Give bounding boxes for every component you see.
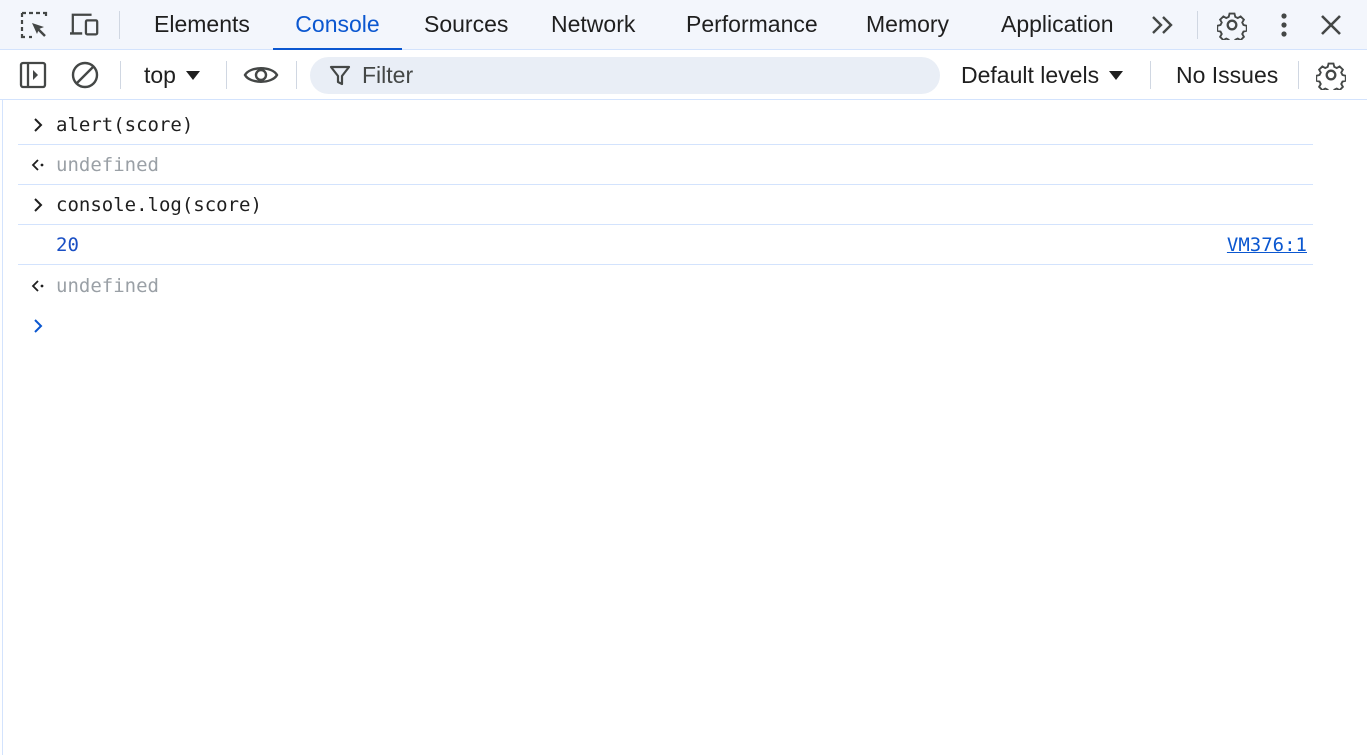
clear-console-icon[interactable] <box>70 60 100 90</box>
toolbar-divider <box>120 61 121 89</box>
toolbar-divider <box>119 11 120 39</box>
device-toolbar-icon[interactable] <box>70 10 100 40</box>
close-icon[interactable] <box>1316 10 1346 40</box>
toolbar-divider <box>1150 61 1151 89</box>
console-prompt[interactable] <box>18 306 1313 346</box>
toolbar-divider <box>1298 61 1299 89</box>
console-result-row: undefined <box>18 266 1313 306</box>
console-log-row: 20 VM376:1 <box>18 225 1313 265</box>
console-result: undefined <box>56 154 159 176</box>
console-settings-icon[interactable] <box>1316 60 1346 90</box>
prompt-chevron-icon <box>28 306 48 346</box>
console-input-row[interactable]: alert(score) <box>18 105 1313 145</box>
issues-button[interactable]: No Issues <box>1176 50 1278 100</box>
tab-performance[interactable]: Performance <box>686 0 818 50</box>
more-vert-icon[interactable] <box>1269 10 1299 40</box>
sidebar-toggle-icon[interactable] <box>18 60 48 90</box>
context-selector[interactable]: top <box>144 50 200 100</box>
tab-elements[interactable]: Elements <box>154 0 250 50</box>
filter-placeholder: Filter <box>362 62 414 88</box>
input-chevron-icon <box>28 105 48 145</box>
console-result-row: undefined <box>18 145 1313 185</box>
console-command: console.log(score) <box>56 194 262 216</box>
filter-input[interactable]: Filter <box>310 57 940 94</box>
settings-gear-icon[interactable] <box>1217 10 1247 40</box>
toolbar-divider <box>1197 11 1198 39</box>
result-arrow-icon <box>28 266 48 306</box>
dropdown-caret-icon <box>1109 71 1124 81</box>
dropdown-caret-icon <box>185 71 200 81</box>
toolbar-divider <box>296 61 297 89</box>
tab-console[interactable]: Console <box>273 0 402 50</box>
log-levels-dropdown[interactable]: Default levels <box>961 50 1124 100</box>
context-label: top <box>144 62 176 88</box>
tab-sources[interactable]: Sources <box>424 0 508 50</box>
input-chevron-icon <box>28 185 48 225</box>
console-result: undefined <box>56 275 159 297</box>
more-tabs-icon[interactable] <box>1148 10 1178 40</box>
filter-icon <box>328 64 352 88</box>
source-link[interactable]: VM376:1 <box>1227 225 1307 265</box>
console-input-row[interactable]: console.log(score) <box>18 185 1313 225</box>
log-levels-label: Default levels <box>961 62 1100 88</box>
result-arrow-icon <box>28 145 48 185</box>
tab-memory[interactable]: Memory <box>866 0 949 50</box>
panel-edge <box>2 100 3 755</box>
eye-icon[interactable] <box>243 60 279 90</box>
tab-application[interactable]: Application <box>1001 0 1114 50</box>
console-toolbar: top Filter Default levels No Issues <box>0 50 1367 100</box>
toolbar-divider <box>226 61 227 89</box>
console-command: alert(score) <box>56 114 194 136</box>
tab-network[interactable]: Network <box>551 0 635 50</box>
console-log-value: 20 <box>56 234 79 256</box>
inspect-element-icon[interactable] <box>19 10 49 40</box>
devtools-tab-bar: Elements Console Sources Network Perform… <box>0 0 1367 50</box>
